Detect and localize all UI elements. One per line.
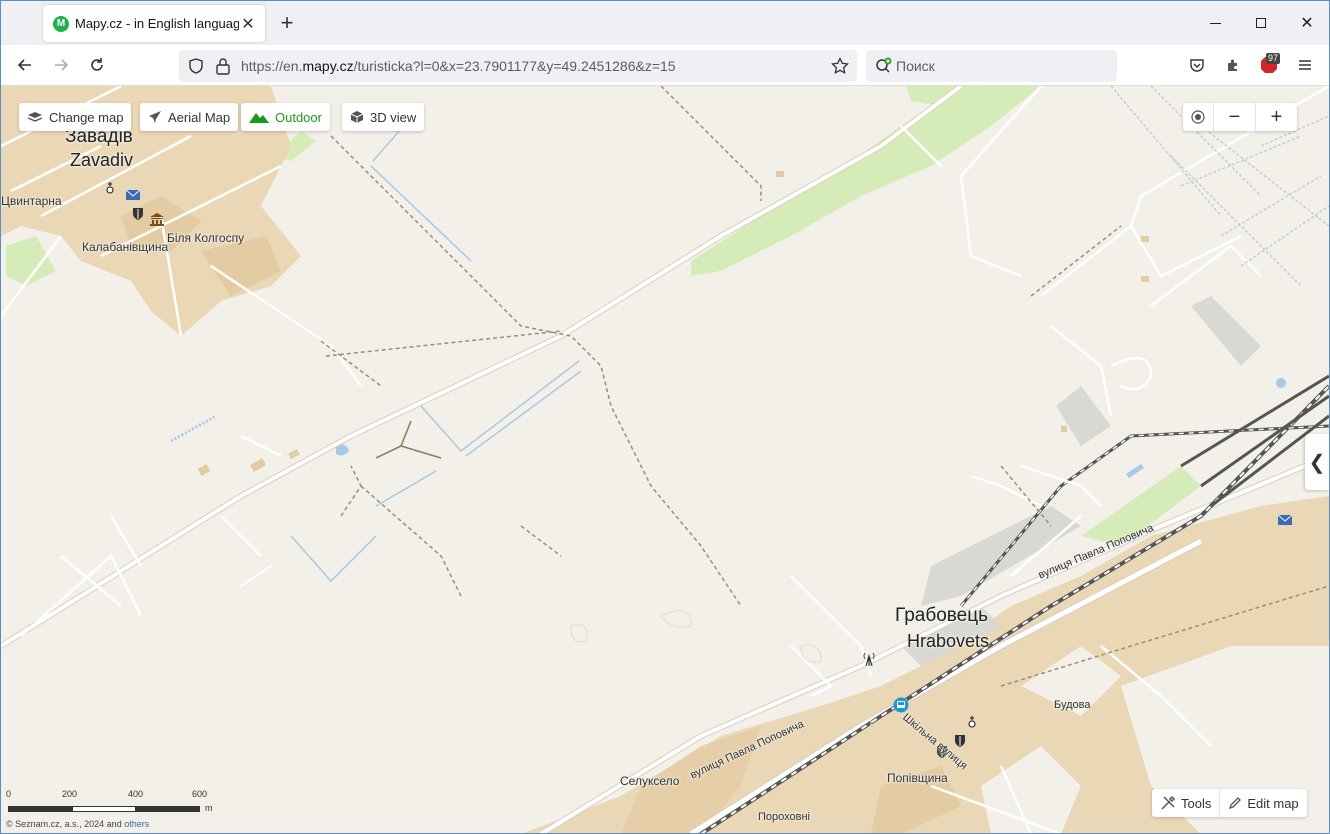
place-label-bila-kolhospu: Біля Колгоспу <box>167 231 245 245</box>
lock-icon[interactable] <box>215 57 231 75</box>
hamburger-menu-icon <box>1299 60 1311 70</box>
tab-title: Mapy.cz - in English language <box>75 16 239 31</box>
tab-strip: M Mapy.cz - in English language ✕ + ✕ <box>1 1 1329 45</box>
shield-poi-icon-2[interactable] <box>954 734 966 748</box>
bus-stop-icon[interactable] <box>893 697 909 713</box>
maximize-icon <box>1256 18 1266 28</box>
extensions-button[interactable] <box>1219 51 1247 79</box>
layers-icon <box>27 112 43 122</box>
search-engine-icon <box>876 57 892 73</box>
scale-segment-3 <box>136 806 200 812</box>
search-placeholder: Поиск <box>896 58 935 74</box>
back-button[interactable] <box>11 51 39 79</box>
place-label-seluksele: Селуксело <box>620 774 680 788</box>
place-label-kalabanivshchyna: Калабанівщина <box>82 240 169 254</box>
scale-bar: 0 200 400 600 m <box>6 789 221 819</box>
aerial-map-button[interactable]: Aerial Map <box>140 103 239 131</box>
tools-button[interactable]: Tools <box>1152 789 1219 817</box>
map-base-layer <box>1 86 1329 833</box>
aerial-map-label: Aerial Map <box>168 109 231 125</box>
change-map-button[interactable]: Change map <box>19 103 132 131</box>
pocket-icon <box>1190 59 1204 72</box>
scale-tick-600: 600 <box>192 789 208 799</box>
zoom-out-button[interactable]: − <box>1213 103 1255 131</box>
bookmark-star-icon[interactable] <box>831 57 849 75</box>
pencil-icon <box>1229 797 1242 810</box>
tools-label: Tools <box>1181 795 1212 811</box>
edit-map-button[interactable]: Edit map <box>1219 789 1306 817</box>
scale-tick-400: 400 <box>128 789 144 799</box>
location-target-icon <box>1191 110 1205 124</box>
reload-button[interactable] <box>83 51 111 79</box>
side-panel-toggle-button[interactable]: ❮ <box>1305 434 1329 490</box>
map-canvas[interactable]: Завадів Zavadiv Цвинтарна Біля Колгоспу … <box>1 86 1329 833</box>
street-label-tsvyntarna: Цвинтарна <box>1 194 62 208</box>
navigation-bar: https://en.mapy.cz/turisticka?l=0&x=23.7… <box>1 45 1329 86</box>
transmitter-icon[interactable] <box>863 652 875 666</box>
shield-poi-icon[interactable] <box>132 207 144 221</box>
url-text: https://en.mapy.cz/turisticka?l=0&x=23.7… <box>241 58 676 74</box>
place-label-budova: Будова <box>1054 699 1091 711</box>
airplane-icon <box>149 111 161 123</box>
change-map-label: Change map <box>49 109 124 125</box>
maximize-button[interactable] <box>1247 9 1275 37</box>
scale-tick-200: 200 <box>62 789 78 799</box>
town-label-hrabovets-en: Hrabovets <box>907 631 990 651</box>
copyright-notice: © Seznam.cz, a.s., 2024 and others <box>6 819 150 829</box>
church-icon-hrabovets[interactable] <box>967 716 977 730</box>
new-tab-button[interactable]: + <box>275 11 299 35</box>
close-window-button[interactable]: ✕ <box>1293 9 1321 37</box>
minimize-button[interactable] <box>1201 9 1229 37</box>
town-label-zavadiv-en: Zavadiv <box>70 150 134 170</box>
forward-arrow-icon <box>55 59 69 71</box>
copyright-others-link[interactable]: others <box>124 819 149 829</box>
church-icon[interactable] <box>105 182 115 196</box>
forward-button[interactable] <box>47 51 75 79</box>
place-label-popivshchyna: Попівщина <box>887 771 948 785</box>
town-label-hrabovets-uk: Грабовець <box>895 605 989 626</box>
post-office-icon[interactable] <box>125 189 141 201</box>
browser-tab[interactable]: M Mapy.cz - in English language ✕ <box>43 5 265 42</box>
mountain-icon <box>249 113 269 123</box>
outdoor-map-button[interactable]: Outdoor <box>241 103 330 131</box>
outdoor-label: Outdoor <box>275 109 322 125</box>
locate-me-button[interactable] <box>1183 103 1213 131</box>
bottom-tools-group: Tools Edit map <box>1152 789 1307 817</box>
url-bar[interactable]: https://en.mapy.cz/turisticka?l=0&x=23.7… <box>179 50 857 82</box>
browser-window: M Mapy.cz - in English language ✕ + ✕ ht… <box>0 0 1330 834</box>
cube-icon <box>350 111 364 123</box>
shield-icon[interactable] <box>187 57 205 75</box>
scale-segment-2 <box>72 806 136 812</box>
mapy-favicon-icon: M <box>53 15 69 32</box>
pocket-button[interactable] <box>1183 51 1211 79</box>
back-arrow-icon <box>17 59 31 71</box>
place-label-porokhovni: Пороховні <box>758 811 810 823</box>
minimize-icon <box>1209 22 1221 24</box>
scale-tick-0: 0 <box>6 789 12 799</box>
scale-unit: m <box>205 803 213 813</box>
zoom-in-button[interactable]: + <box>1255 103 1297 131</box>
close-tab-icon[interactable]: ✕ <box>239 15 257 33</box>
3d-view-button[interactable]: 3D view <box>342 103 425 131</box>
edit-map-label: Edit map <box>1247 795 1299 811</box>
3d-view-label: 3D view <box>370 109 417 125</box>
reload-icon <box>91 58 103 71</box>
museum-icon[interactable] <box>149 212 165 226</box>
tools-icon <box>1161 795 1176 810</box>
post-office-icon-2[interactable] <box>1277 514 1293 526</box>
adblock-count-badge: 97 <box>1266 53 1281 64</box>
zoom-controls: − + <box>1183 103 1297 131</box>
search-bar[interactable]: Поиск <box>866 50 1117 82</box>
scale-segment-1 <box>8 806 72 812</box>
puzzle-icon <box>1228 59 1237 71</box>
menu-button[interactable] <box>1291 51 1319 79</box>
